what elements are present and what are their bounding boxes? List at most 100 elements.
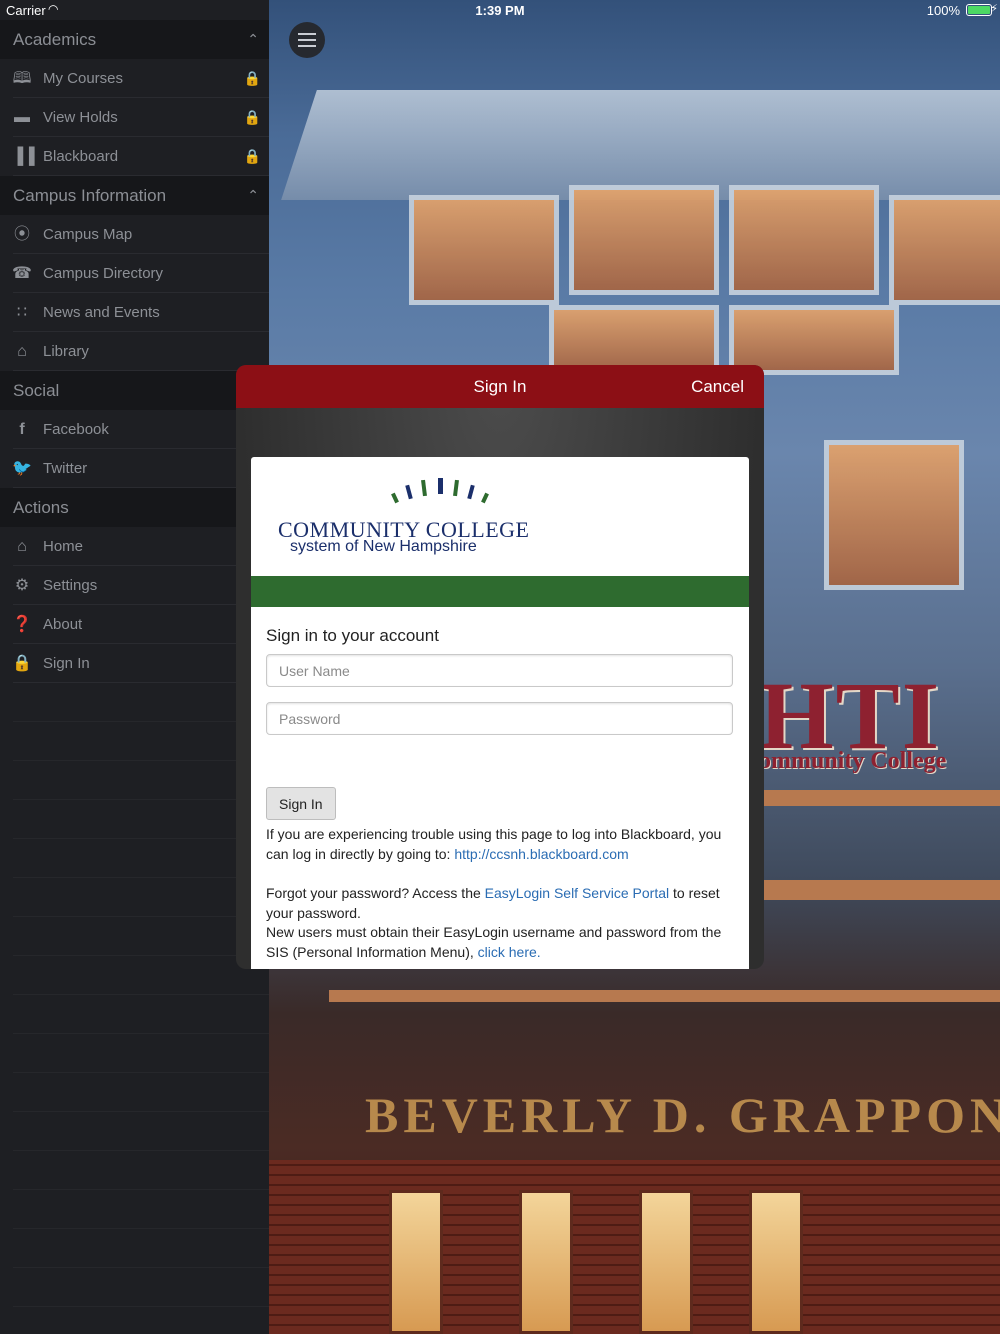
menu-line [298,33,316,35]
building-door [389,1190,443,1334]
sidebar-item-label: News and Events [43,304,160,321]
forgot-text: Forgot your password? Access the [266,885,485,901]
modal-title: Sign In [473,377,527,396]
sidebar-item-facebook[interactable]: f Facebook [0,410,269,449]
compass-icon: ⦿ [13,226,30,243]
forgot-paragraph: Forgot your password? Access the EasyLog… [266,884,734,962]
library-books-icon: ▐▐ [12,148,35,165]
phone-icon: ☎ [12,265,32,282]
click-here-link[interactable]: click here. [478,944,541,960]
empty-row [0,800,269,839]
empty-row [0,1190,269,1229]
sign-in-modal: Sign In Cancel COMMUNITY COLLEGE system … [236,365,764,969]
sign-in-button[interactable]: Sign In [266,787,336,820]
hamburger-menu-button[interactable] [289,22,325,58]
sidebar-item-label: Facebook [43,421,109,438]
lock-icon: 🔒 [243,70,261,86]
empty-row [0,917,269,956]
password-input[interactable] [266,702,733,735]
sidebar-item-label: About [43,616,83,633]
chat-bubble-icon: ▬ [14,109,30,126]
empty-row [0,1112,269,1151]
sidebar-item-campus-map[interactable]: ⦿ Campus Map [0,215,269,254]
login-card: COMMUNITY COLLEGE system of New Hampshir… [251,457,749,969]
building-sign-subtext: ommunity College [759,748,947,774]
blackboard-link[interactable]: http://ccsnh.blackboard.com [454,846,628,862]
building-window [889,195,1000,305]
building-door [519,1190,573,1334]
home-icon: ⌂ [17,538,27,555]
empty-row [0,1151,269,1190]
sidebar-item-label: Settings [43,577,98,594]
empty-row [0,1073,269,1112]
sidebar-item-settings[interactable]: ⚙ Settings [0,566,269,605]
sidebar-item-view-holds[interactable]: ▬ View Holds 🔒 [0,98,269,137]
charging-icon: ⚡ [990,3,998,15]
section-header-actions: Actions [0,488,269,527]
building-beam [764,790,1000,806]
brick-wall [269,1160,1000,1334]
sign-in-form: Sign in to your account Sign In If you a… [251,607,749,962]
easylogin-portal-link[interactable]: EasyLogin Self Service Portal [485,885,669,901]
building-roof [281,90,1000,200]
book-icon: 🕮 [12,70,32,87]
section-header-campus-information[interactable]: Campus Information ⌃ [0,176,269,215]
twitter-icon: 🐦 [12,460,32,477]
empty-row [0,956,269,995]
menu-line [298,39,316,41]
sidebar-item-news-and-events[interactable]: ∷ News and Events [0,293,269,332]
sidebar-item-library[interactable]: ⌂ Library [0,332,269,371]
lock-icon: 🔒 [12,655,32,672]
help-text: If you are experiencing trouble using th… [266,825,734,962]
building-door [639,1190,693,1334]
cancel-button[interactable]: Cancel [691,365,744,408]
empty-row [0,1034,269,1073]
logo-subtitle: system of New Hampshire [290,538,477,555]
section-header-social: Social [0,371,269,410]
section-title: Social [13,381,60,400]
sidebar: Academics ⌃ 🕮 My Courses 🔒 ▬ View Holds … [0,0,269,1334]
empty-row [0,1229,269,1268]
empty-row [0,1268,269,1307]
chevron-up-icon: ⌃ [247,187,259,203]
section-title: Actions [13,498,69,517]
battery-icon [966,4,992,16]
empty-row [0,995,269,1034]
rss-icon: ∷ [16,304,28,321]
sidebar-item-label: Campus Directory [43,265,164,282]
building-window [729,185,879,295]
building-window [824,440,964,590]
sidebar-item-campus-directory[interactable]: ☎ Campus Directory [0,254,269,293]
building-window [409,195,559,305]
menu-line [298,45,316,47]
sidebar-item-sign-in[interactable]: 🔒 Sign In [0,644,269,683]
form-heading: Sign in to your account [266,626,439,645]
green-banner [251,576,749,607]
sidebar-item-home[interactable]: ⌂ Home [0,527,269,566]
sidebar-item-label: Blackboard [43,148,119,165]
sidebar-item-twitter[interactable]: 🐦 Twitter [0,449,269,488]
sidebar-item-about[interactable]: ❓ About [0,605,269,644]
empty-row [0,839,269,878]
question-circle-icon: ❓ [12,616,32,633]
section-title: Academics [13,30,97,49]
sidebar-item-blackboard[interactable]: ▐▐ Blackboard 🔒 [0,137,269,176]
sidebar-item-label: Campus Map [43,226,133,243]
empty-row [0,722,269,761]
sidebar-item-label: Home [43,538,84,555]
chevron-up-icon: ⌃ [247,31,259,47]
empty-row [0,761,269,800]
username-input[interactable] [266,654,733,687]
section-header-academics[interactable]: Academics ⌃ [0,20,269,59]
lock-icon: 🔒 [243,109,261,125]
sidebar-item-label: My Courses [43,70,124,87]
building-beam [764,880,1000,900]
building-door [749,1190,803,1334]
modal-header: Sign In Cancel [236,365,764,408]
sunrise-rays-icon [391,478,489,504]
sidebar-item-my-courses[interactable]: 🕮 My Courses 🔒 [0,59,269,98]
building-name-letters: BEVERLY D. GRAPPON [365,1087,1000,1143]
sidebar-item-label: View Holds [43,109,118,126]
section-title: Campus Information [13,186,167,205]
empty-row [0,878,269,917]
